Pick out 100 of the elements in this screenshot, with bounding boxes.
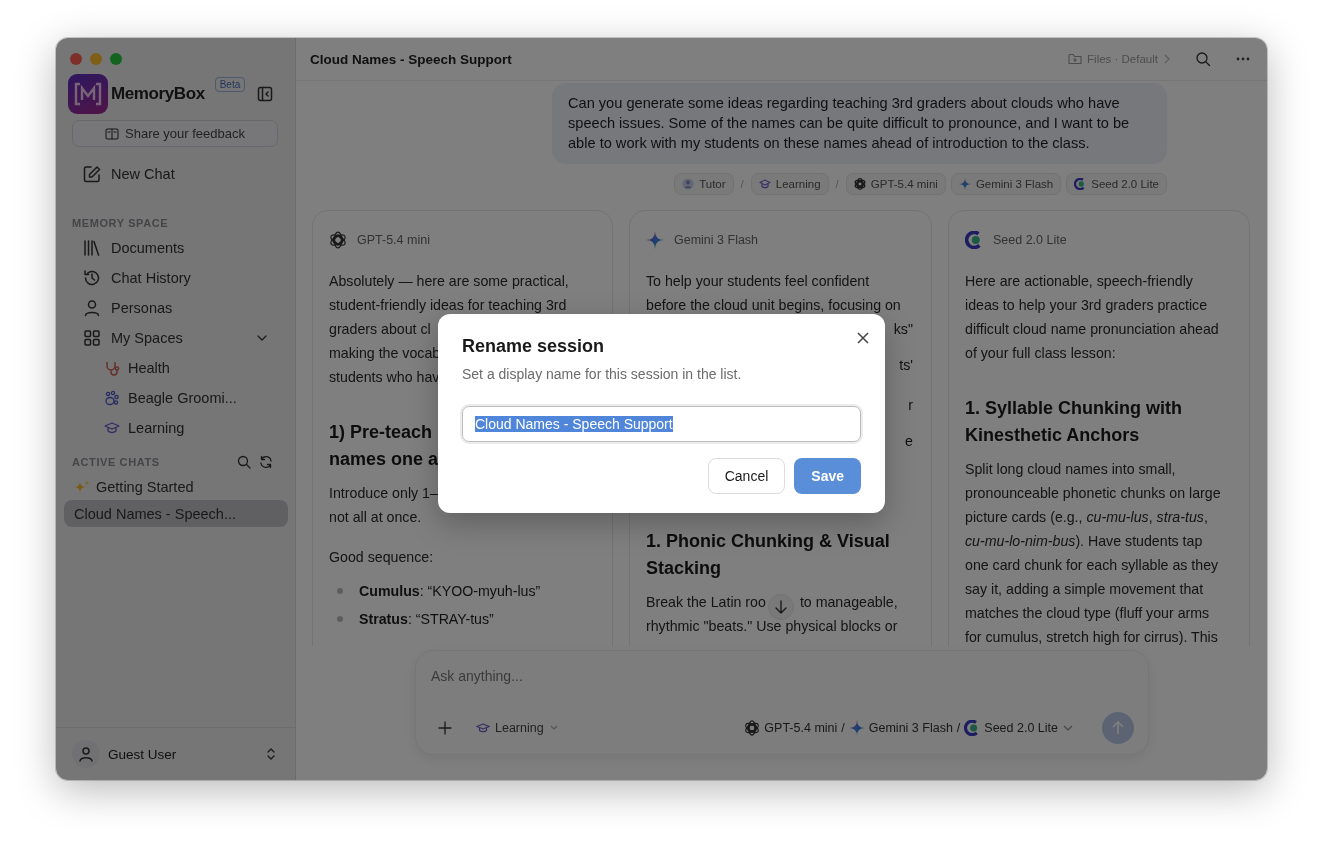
caret-icon: [1062, 724, 1074, 732]
field-value: Cloud Names - Speech Support: [475, 416, 673, 432]
text-line: before the cloud unit begins, focusing on: [646, 296, 901, 315]
user-message: Can you generate some ideas regarding teaching 3rd graders about clouds who have speech issues. Some of the names can be quite difficult to pronounce, and I want to be able to work with my students on these names ahead of introduction to the class.: [552, 83, 1167, 164]
text-line: student-friendly ideas for teaching 3rd: [329, 296, 567, 315]
sidebar-item[interactable]: Personas: [64, 293, 288, 323]
books-icon: [83, 239, 101, 257]
cancel-button[interactable]: Cancel: [707, 458, 786, 494]
plus-icon[interactable]: [438, 721, 452, 735]
up-down-icon[interactable]: [265, 747, 277, 761]
sidebar-item[interactable]: My Spaces: [64, 323, 288, 353]
feedback-button[interactable]: Share your feedback: [72, 120, 278, 147]
history-icon: [83, 269, 101, 287]
text-fragment: e: [905, 432, 913, 451]
text-fragment: ts': [899, 356, 913, 375]
heading-line: Kinesthetic Anchors: [965, 424, 1140, 447]
model-selector[interactable]: GPT-5.4 mini / Gemini 3 Flash / Seed 2.0 Lite: [744, 720, 1074, 736]
model-tag: Seed 2.0 Lite: [1066, 173, 1167, 195]
mode-tag: Learning: [750, 173, 829, 195]
search-icon[interactable]: [237, 455, 251, 469]
folder-icon: [1068, 53, 1083, 65]
heading-line: names one a: [329, 448, 439, 471]
person-icon: [78, 746, 94, 762]
knot-icon: [744, 720, 761, 736]
text-fragment: r: [908, 396, 913, 415]
text-line: Introduce only 1–: [329, 484, 438, 503]
message-composer[interactable]: Ask anything... Learning GPT-5.4 mini / Gemini 3 Flash / Seed 2.0 Lite: [415, 650, 1149, 755]
model-tag: Gemini 3 Flash: [950, 173, 1062, 195]
stethoscope-icon: [104, 360, 120, 376]
space-item[interactable]: Learning: [64, 413, 288, 443]
text-line: cu-mu-lo-nim-bus). Have students tap: [965, 532, 1203, 551]
separator-text: /: [834, 178, 840, 190]
close-icon: [857, 332, 869, 344]
space-item[interactable]: Health: [64, 353, 288, 383]
swirl-icon: [965, 231, 983, 249]
text-line: Split long cloud names into small,: [965, 460, 1176, 479]
graduation-cap-icon: [104, 420, 120, 436]
name-field[interactable]: Cloud Names - Speech Support: [462, 406, 861, 442]
person-icon: [83, 299, 101, 317]
graduation-cap-icon: [758, 178, 771, 190]
mode-selector[interactable]: Learning: [476, 721, 559, 735]
text-line: To help your students feel confident: [646, 272, 870, 291]
dialog-title: Rename session: [462, 336, 606, 357]
text-line: not all at once.: [329, 508, 422, 527]
avatar[interactable]: [72, 740, 100, 768]
up-arrow-icon: [1111, 721, 1125, 735]
text-line: matches the cloud type (fluff your arms: [965, 604, 1210, 623]
grid-icon: [83, 329, 101, 347]
chat-item[interactable]: Getting Started: [64, 473, 288, 500]
text-line: picture cards (e.g., cu-mu-lus, stra-tus,: [965, 508, 1208, 527]
dialog-description: Set a display name for this session in the list.: [462, 366, 743, 382]
heading-line: 1) Pre-teach: [329, 421, 433, 444]
text-line: ideas to help your 3rd graders practice: [965, 296, 1208, 315]
user-name: Guest User: [108, 746, 177, 762]
space-item[interactable]: Beagle Groomi...: [64, 383, 288, 413]
text-line: to manageable,: [799, 593, 898, 612]
person-icon: [682, 178, 695, 190]
separator-text: /: [739, 178, 745, 190]
beta-badge: Beta: [214, 77, 246, 92]
sidebar-item[interactable]: Documents: [64, 233, 288, 263]
text-line: of your full class lesson:: [965, 344, 1116, 363]
chevron-icon: [1163, 54, 1171, 64]
text-line: students who hav: [329, 368, 440, 387]
text-line: Good sequence:: [329, 548, 434, 567]
model-name: Gemini 3 Flash: [674, 233, 759, 247]
mode-tag: Tutor: [674, 173, 734, 195]
paw-icon: [104, 390, 120, 406]
chat-title: Cloud Names - Speech Support: [310, 51, 512, 67]
caret-icon: [548, 724, 559, 732]
heading-line: 1. Phonic Chunking & Visual: [646, 530, 890, 553]
close-button[interactable]: [857, 332, 869, 344]
text-fragment: ks": [893, 320, 913, 339]
book-icon: [105, 127, 119, 140]
heading-line: 1. Syllable Chunking with: [965, 397, 1183, 420]
sidebar-item[interactable]: Chat History: [64, 263, 288, 293]
sidebar-toggle-icon[interactable]: [257, 86, 273, 102]
knot-icon: [853, 178, 866, 190]
refresh-icon[interactable]: [259, 455, 273, 469]
chat-item[interactable]: Cloud Names - Speech...: [64, 500, 288, 527]
swirl-icon: [1074, 178, 1087, 190]
new-chat-button[interactable]: New Chat: [64, 159, 288, 189]
text-line: Here are actionable, speech-friendly: [965, 272, 1193, 291]
model-name: Seed 2.0 Lite: [993, 233, 1067, 247]
bracket-m-icon: [74, 82, 102, 106]
graduation-cap-icon: [476, 722, 490, 734]
text-line: one card chunk for each syllable as they: [965, 556, 1219, 575]
heading-line: Stacking: [646, 557, 722, 580]
text-line: pronounceable phonetic chunks on large: [965, 484, 1221, 503]
search-icon[interactable]: [1195, 51, 1211, 67]
list-item: Stratus: “STRAY-tus”: [359, 610, 494, 629]
text-line: graders about cl: [329, 320, 431, 339]
save-button[interactable]: Save: [794, 458, 861, 494]
text-line: Absolutely — here are some practical,: [329, 272, 569, 291]
text-line: say it, adding a simple movement that: [965, 580, 1204, 599]
knot-icon: [329, 231, 347, 249]
model-tag: GPT-5.4 mini: [845, 173, 946, 195]
text-line: difficult cloud name pronunciation ahead: [965, 320, 1219, 339]
model-name: GPT-5.4 mini: [357, 233, 430, 247]
edit-icon: [83, 165, 101, 183]
down-arrow-icon: [774, 600, 788, 614]
